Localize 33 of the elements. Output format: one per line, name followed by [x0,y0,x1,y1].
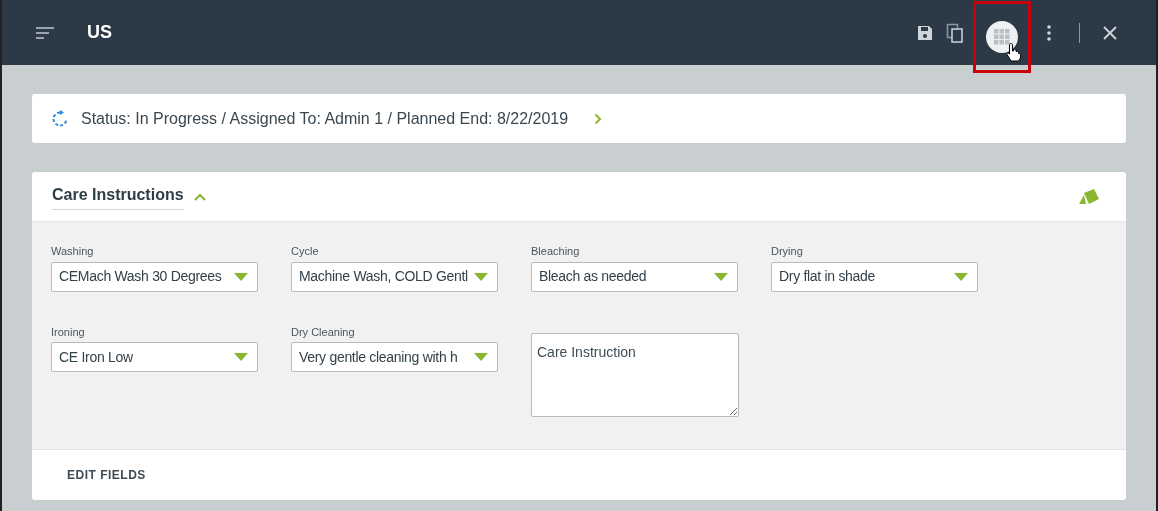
text-area[interactable]: Care Instruction [531,332,739,417]
copy-icon [946,22,964,43]
caret-icon [474,353,488,361]
close-icon [1102,24,1118,41]
section-title: Care Instructions [52,183,184,210]
dropdown-field[interactable]: Dry flat in shade [771,261,978,292]
menu-icon[interactable] [36,25,54,40]
dropdown-field[interactable]: Very gentle cleaning with h [291,342,498,372]
field-label: Ironing [51,324,86,340]
window-title: US [87,21,112,44]
caret-icon [714,272,728,281]
caret-icon [954,272,968,281]
dropdown-field[interactable]: CE Iron Low [51,342,258,372]
caret-icon [234,272,248,281]
grid-icon [993,27,1011,46]
more-icon [1046,23,1052,42]
dropdown-field[interactable]: CEMach Wash 30 Degrees [51,261,258,292]
refresh-icon [51,109,69,128]
field-label: Cycle [291,244,320,259]
field-label: Washing [51,244,95,259]
dropdown-field[interactable]: Machine Wash, COLD Gentl [291,261,498,292]
status-text: Status: In Progress / Assigned To: Admin 1 / Planned End: 8/22/2019 [81,108,569,129]
edit-fields-button[interactable]: EDIT FIELDS [67,466,146,484]
caret-icon [474,272,488,281]
caret-icon [234,353,248,361]
grid-button[interactable] [986,20,1018,53]
save-icon [916,23,934,42]
field-label: Bleaching [531,244,581,259]
dropdown-field[interactable]: Bleach as needed [531,261,738,292]
swatch-icon[interactable] [1078,186,1100,207]
field-label: Dry Cleaning [291,324,356,340]
field-label: Drying [771,244,804,259]
hand-cursor-icon [1006,41,1022,62]
